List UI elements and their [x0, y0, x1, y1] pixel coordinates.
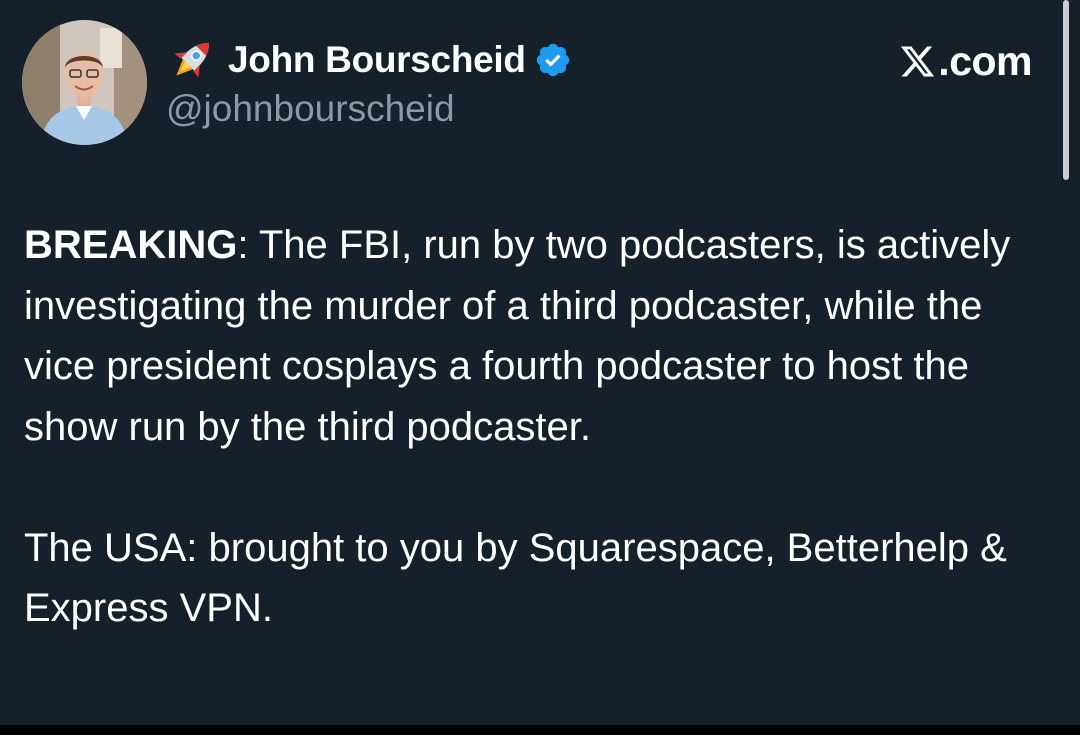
author-name-row[interactable]: John Bourscheid — [166, 34, 572, 86]
verified-badge-icon[interactable] — [534, 41, 572, 79]
x-logo-icon — [901, 45, 935, 77]
tweet-card: John Bourscheid @johnbourscheid .com BRE… — [0, 0, 1080, 725]
brand-watermark: .com — [899, 38, 1032, 84]
scrollbar[interactable] — [1063, 0, 1069, 180]
brand-text: .com — [938, 37, 1032, 84]
avatar[interactable] — [22, 20, 147, 145]
rocket-icon — [174, 43, 209, 78]
tweet-paragraph-2: The USA: brought to you by Squarespace, … — [24, 525, 1007, 631]
author-handle[interactable]: @johnbourscheid — [166, 88, 455, 130]
author-display-name[interactable]: John Bourscheid — [228, 39, 526, 81]
tweet-paragraph-1: BREAKING: The FBI, run by two podcasters… — [24, 215, 1044, 457]
breaking-label: BREAKING — [24, 223, 238, 267]
tweet-text: BREAKING: The FBI, run by two podcasters… — [24, 215, 1044, 639]
